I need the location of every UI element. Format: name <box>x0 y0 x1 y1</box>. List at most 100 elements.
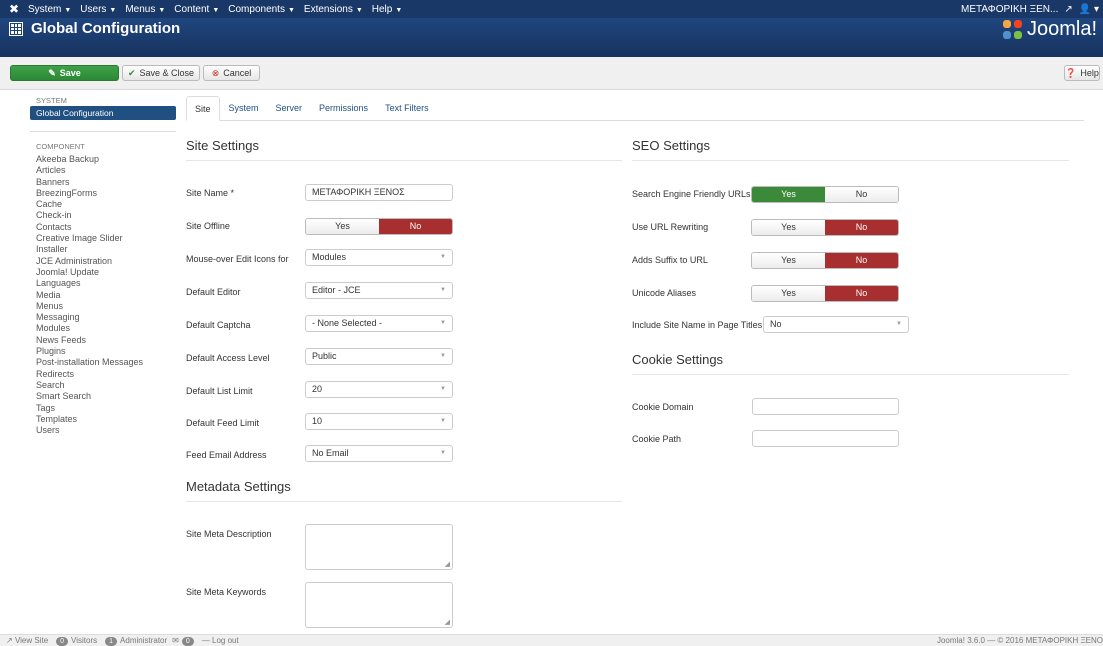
feed-limit-select[interactable]: 10 ▼ <box>305 413 453 430</box>
site-offline-yes[interactable]: Yes <box>306 219 379 234</box>
sidebar-item[interactable]: BreezingForms <box>30 188 176 199</box>
url-rewriting-no[interactable]: No <box>825 220 898 235</box>
chevron-down-icon: ▼ <box>440 320 446 326</box>
sidebar-item[interactable]: Menus <box>30 301 176 312</box>
menu-menus[interactable]: Menus ▼ <box>125 4 165 15</box>
sidebar-item[interactable]: Contacts <box>30 222 176 233</box>
url-rewriting-yes[interactable]: Yes <box>752 220 825 235</box>
external-link-icon[interactable]: ↗ <box>1064 4 1072 15</box>
sidebar-item[interactable]: Users <box>30 425 176 436</box>
save-button[interactable]: ✎ Save <box>10 65 119 81</box>
captcha-value: - None Selected - <box>312 318 383 328</box>
sef-yes[interactable]: Yes <box>752 187 825 202</box>
save-label: Save <box>59 68 81 78</box>
tab-permissions[interactable]: Permissions <box>311 96 376 120</box>
user-menu-icon[interactable]: 👤 ▾ <box>1079 4 1099 15</box>
tab-text-filters[interactable]: Text Filters <box>377 96 437 120</box>
menu-users[interactable]: Users ▼ <box>80 4 116 15</box>
menu-extensions[interactable]: Extensions ▼ <box>304 4 363 15</box>
menu-help[interactable]: Help ▼ <box>372 4 403 15</box>
chevron-down-icon: ▼ <box>440 287 446 293</box>
caret-down-icon: ▼ <box>109 6 117 14</box>
sidebar-item[interactable]: Smart Search <box>30 391 176 402</box>
sidebar-item[interactable]: Tags <box>30 403 176 414</box>
visitors-status: 0 Visitors <box>53 636 97 646</box>
sitename-titles-select[interactable]: No ▼ <box>763 316 909 333</box>
list-limit-select[interactable]: 20 ▼ <box>305 381 453 398</box>
url-suffix-no[interactable]: No <box>825 253 898 268</box>
logout-label: Log out <box>212 636 239 645</box>
access-level-select[interactable]: Public ▼ <box>305 348 453 365</box>
cookie-path-input[interactable] <box>752 430 899 447</box>
sidebar-item-global-configuration[interactable]: Global Configuration <box>30 106 176 120</box>
list-limit-value: 20 <box>312 384 323 394</box>
cancel-button[interactable]: ⊗ Cancel <box>203 65 260 81</box>
sidebar-item[interactable]: Installer <box>30 244 176 255</box>
page-title: Global Configuration <box>31 20 181 37</box>
sidebar-item[interactable]: News Feeds <box>30 335 176 346</box>
sidebar-item[interactable]: Banners <box>30 177 176 188</box>
seo-settings-heading: SEO Settings <box>632 138 1069 161</box>
sidebar-item[interactable]: Messaging <box>30 312 176 323</box>
sef-no[interactable]: No <box>825 187 898 202</box>
feed-email-select[interactable]: No Email ▼ <box>305 445 453 462</box>
editor-select[interactable]: Editor - JCE ▼ <box>305 282 453 299</box>
editor-value: Editor - JCE <box>312 285 361 295</box>
meta-description-textarea[interactable]: ◢ <box>305 524 453 570</box>
chevron-down-icon: ▼ <box>440 353 446 359</box>
sef-toggle: Yes No <box>751 186 899 203</box>
menu-components[interactable]: Components ▼ <box>228 4 295 15</box>
tab-site[interactable]: Site <box>186 96 220 121</box>
feed-limit-label: Default Feed Limit <box>186 418 260 428</box>
unicode-aliases-no[interactable]: No <box>825 286 898 301</box>
mouseover-select[interactable]: Modules ▼ <box>305 249 453 266</box>
sidebar-item[interactable]: Languages <box>30 278 176 289</box>
url-rewriting-toggle: Yes No <box>751 219 899 236</box>
tab-server[interactable]: Server <box>268 96 311 120</box>
meta-keywords-textarea[interactable]: ◢ <box>305 582 453 628</box>
menu-system[interactable]: System ▼ <box>28 4 71 15</box>
cookie-domain-label: Cookie Domain <box>632 402 694 412</box>
sidebar-item[interactable]: Modules <box>30 323 176 334</box>
sidebar-item[interactable]: Cache <box>30 199 176 210</box>
tab-system[interactable]: System <box>221 96 267 120</box>
sidebar-item[interactable]: Check-in <box>30 210 176 221</box>
sidebar-item[interactable]: Creative Image Slider <box>30 233 176 244</box>
access-level-value: Public <box>312 351 337 361</box>
unicode-aliases-yes[interactable]: Yes <box>752 286 825 301</box>
save-close-button[interactable]: ✔ Save & Close <box>122 65 200 81</box>
envelope-icon: ✉ <box>172 635 179 645</box>
sidebar-item[interactable]: Search <box>30 380 176 391</box>
help-button[interactable]: ❓ Help <box>1064 65 1100 81</box>
view-site-link[interactable]: ↗ View Site <box>6 636 48 645</box>
caret-down-icon: ▼ <box>158 6 166 14</box>
cookie-domain-input[interactable] <box>752 398 899 415</box>
url-suffix-label: Adds Suffix to URL <box>632 255 708 265</box>
sidebar-item[interactable]: JCE Administration <box>30 256 176 267</box>
site-offline-no[interactable]: No <box>379 219 452 234</box>
sidebar-item[interactable]: Articles <box>30 165 176 176</box>
sidebar-item[interactable]: Plugins <box>30 346 176 357</box>
sidebar-item[interactable]: Redirects <box>30 369 176 380</box>
sidebar-item[interactable]: Post-installation Messages <box>30 357 176 368</box>
sidebar-item[interactable]: Akeeba Backup <box>30 154 176 165</box>
site-name-input[interactable]: ΜΕΤΑΦΟΡΙΚΗ ΞΕΝΟΣ <box>305 184 453 201</box>
sidebar-item[interactable]: Joomla! Update <box>30 267 176 278</box>
logout-link[interactable]: — Log out <box>202 636 239 645</box>
edit-icon: ✎ <box>48 67 56 78</box>
resize-grip-icon[interactable]: ◢ <box>445 560 450 568</box>
feed-limit-value: 10 <box>312 416 323 426</box>
messages-status[interactable]: ✉ 0 <box>172 636 197 646</box>
joomla-logo-icon[interactable]: ✖ <box>6 2 22 16</box>
sidebar-item[interactable]: Templates <box>30 414 176 425</box>
menu-content[interactable]: Content ▼ <box>174 4 219 15</box>
url-suffix-yes[interactable]: Yes <box>752 253 825 268</box>
sidebar-item[interactable]: Media <box>30 290 176 301</box>
toolbar: ✎ Save ✔ Save & Close ⊗ Cancel ❓ Help <box>0 57 1103 90</box>
chevron-down-icon: ▼ <box>440 450 446 456</box>
captcha-select[interactable]: - None Selected - ▼ <box>305 315 453 332</box>
resize-grip-icon[interactable]: ◢ <box>445 618 450 626</box>
site-name-link[interactable]: ΜΕΤΑΦΟΡΙΚΗ ΞΕΝ... <box>961 4 1058 15</box>
cancel-icon: ⊗ <box>211 67 220 78</box>
caret-down-icon: ▼ <box>287 6 295 14</box>
